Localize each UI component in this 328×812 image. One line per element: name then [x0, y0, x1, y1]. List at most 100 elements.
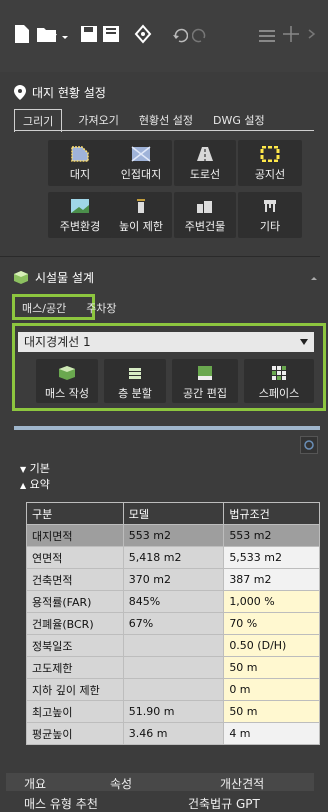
- surroundings-icon: [71, 199, 89, 213]
- table-row[interactable]: 건폐율(BCR) 67% 70 %: [26, 612, 320, 635]
- space-edit-button[interactable]: 공간 편집: [172, 359, 238, 403]
- chevron-right-icon[interactable]: [308, 24, 316, 44]
- road-line-label: 도로선: [189, 168, 221, 181]
- row-regulation-input[interactable]: 50 m: [223, 700, 320, 723]
- row-label: 평균높이: [26, 722, 124, 745]
- tab-mass-space[interactable]: 매스/공간: [16, 298, 72, 318]
- tab-draw[interactable]: 그리기: [14, 109, 63, 132]
- collapse-arrow-icon: ▲: [20, 481, 27, 490]
- surrounding-buildings-label: 주변건물: [184, 220, 226, 233]
- row-regulation-input[interactable]: 1,000 %: [223, 590, 320, 613]
- row-label: 지하 깊이 제한: [26, 678, 124, 701]
- row-model: [122, 634, 225, 657]
- table-row[interactable]: 용적률(FAR) 845% 1,000 %: [26, 590, 320, 613]
- tab-status-line-settings[interactable]: 현황선 설정: [131, 109, 201, 132]
- adjacent-site-button[interactable]: 인접대지: [110, 140, 172, 186]
- boundary-select-value: 대지경계선 1: [24, 335, 91, 349]
- spaces-button[interactable]: 스페이스: [244, 359, 314, 403]
- tab-properties[interactable]: 속성: [110, 775, 132, 792]
- site-button[interactable]: 대지: [48, 140, 112, 186]
- site-tabs: 그리기 가져오기 현황선 설정 DWG 설정: [14, 109, 273, 132]
- site-settings-header: 대지 현황 설정: [14, 84, 106, 101]
- adjacent-site-icon: [131, 146, 151, 162]
- surrounding-buildings-button[interactable]: 주변건물: [174, 192, 236, 238]
- expand-arrow-icon: ▼: [20, 465, 27, 474]
- panel-splitter[interactable]: [14, 426, 320, 430]
- floor-split-icon: [129, 368, 141, 379]
- refresh-icon[interactable]: [300, 436, 318, 454]
- table-row[interactable]: 고도제한 50 m: [26, 656, 320, 679]
- tab-rough-estimate[interactable]: 개산견적: [220, 775, 264, 792]
- tab-parking[interactable]: 주차장: [80, 298, 122, 318]
- surroundings-button[interactable]: 주변환경: [48, 192, 112, 238]
- row-model: 553 m2: [122, 524, 225, 547]
- table-row[interactable]: 연면적 5,418 m2 5,533 m2: [26, 546, 320, 569]
- open-folder-icon[interactable]: [36, 24, 58, 44]
- buildings-icon: [197, 201, 212, 213]
- undo-icon[interactable]: [172, 24, 188, 44]
- save-as-icon[interactable]: [102, 24, 120, 44]
- vacant-line-button[interactable]: 공지선: [238, 140, 302, 186]
- row-label: 대지면적: [26, 524, 124, 547]
- space-edit-icon: [198, 366, 212, 380]
- row-model: [122, 678, 225, 701]
- table-row[interactable]: 건축면적 370 m2 387 m2: [26, 568, 320, 591]
- facility-tabs: 매스/공간 주차장: [16, 298, 123, 318]
- table-row[interactable]: 정북일조 0.50 (D/H): [26, 634, 320, 657]
- section-divider: [0, 256, 320, 257]
- move-icon[interactable]: [282, 24, 300, 44]
- row-regulation-input[interactable]: 70 %: [223, 612, 320, 635]
- vacant-line-icon: [260, 146, 280, 162]
- row-regulation-input[interactable]: 0 m: [223, 678, 320, 701]
- table-row[interactable]: 지하 깊이 제한 0 m: [26, 678, 320, 701]
- table-row[interactable]: 평균높이 3.46 m 4 m: [26, 722, 320, 745]
- table-row[interactable]: 대지면적 553 m2 553 m2: [26, 524, 320, 547]
- location-pin-icon: [14, 85, 26, 100]
- road-line-button[interactable]: 도로선: [174, 140, 236, 186]
- height-limit-button[interactable]: 높이 제한: [110, 192, 172, 238]
- basic-label: 기본: [29, 462, 50, 475]
- row-model: [122, 656, 225, 679]
- chevron-down-icon[interactable]: [62, 24, 68, 44]
- row-regulation-input[interactable]: 0.50 (D/H): [223, 634, 320, 657]
- collapse-icon[interactable]: [310, 275, 318, 281]
- other-button[interactable]: 기타: [238, 192, 302, 238]
- tab-dwg-settings[interactable]: DWG 설정: [205, 109, 273, 132]
- save-icon[interactable]: [80, 24, 98, 44]
- row-regulation: 4 m: [223, 722, 320, 745]
- summary-section-toggle[interactable]: ▲ 요약: [20, 476, 50, 492]
- row-label: 연면적: [26, 546, 124, 569]
- tab-overview[interactable]: 개요: [24, 775, 46, 792]
- floor-split-button[interactable]: 층 분할: [104, 359, 166, 403]
- other-icon: [264, 200, 276, 212]
- vacant-line-label: 공지선: [254, 168, 286, 181]
- road-icon: [197, 147, 213, 161]
- row-model: 5,418 m2: [122, 546, 225, 569]
- table-row[interactable]: 최고높이 51.90 m 50 m: [26, 700, 320, 723]
- site-label: 대지: [69, 168, 91, 181]
- surroundings-label: 주변환경: [59, 220, 101, 233]
- tab-building-code-gpt[interactable]: 건축법규 GPT: [188, 795, 260, 812]
- row-label: 용적률(FAR): [26, 590, 124, 613]
- layout-icon[interactable]: [258, 24, 276, 44]
- height-limit-label: 높이 제한: [119, 220, 163, 233]
- header-category: 구분: [26, 502, 124, 525]
- spaces-label: 스페이스: [258, 387, 300, 400]
- settings-icon[interactable]: [134, 24, 152, 44]
- new-file-icon[interactable]: [14, 24, 30, 44]
- site-settings-title: 대지 현황 설정: [32, 86, 106, 100]
- row-label: 고도제한: [26, 656, 124, 679]
- header-model: 모델: [122, 502, 225, 525]
- row-regulation-input[interactable]: 50 m: [223, 656, 320, 679]
- adjacent-site-label: 인접대지: [120, 168, 162, 181]
- boundary-select[interactable]: 대지경계선 1: [18, 332, 314, 352]
- spaces-grid-icon: [272, 366, 286, 380]
- tab-import[interactable]: 가져오기: [70, 109, 126, 132]
- redo-icon[interactable]: [192, 24, 208, 44]
- site-area-icon: [71, 146, 89, 162]
- basic-section-toggle[interactable]: ▼ 기본: [20, 460, 50, 476]
- mass-create-button[interactable]: 매스 작성: [36, 359, 98, 403]
- tab-mass-type-recommend[interactable]: 매스 유형 추천: [24, 795, 98, 812]
- row-label: 건축면적: [26, 568, 124, 591]
- floor-split-label: 층 분할: [118, 387, 152, 400]
